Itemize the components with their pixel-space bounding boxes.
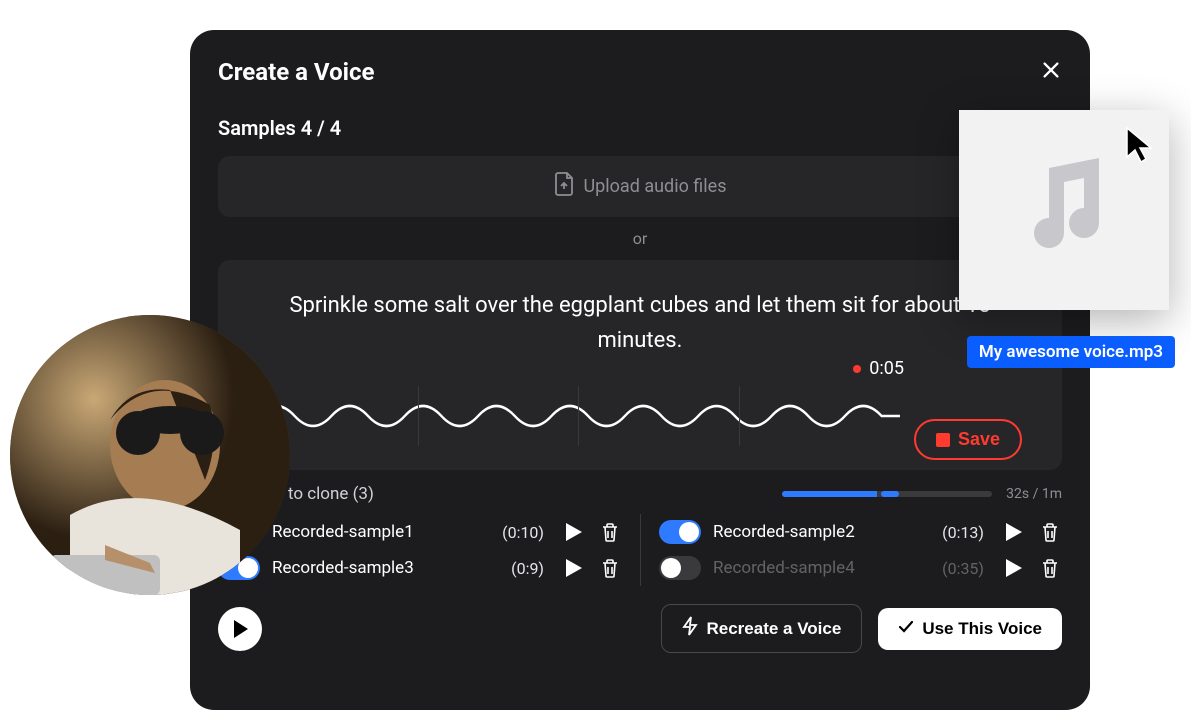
waveform: 0:05: [258, 386, 900, 446]
sample-name: Recorded-sample3: [272, 558, 499, 578]
modal-title: Create a Voice: [218, 58, 374, 86]
sample-duration: (0:13): [942, 523, 984, 542]
trash-icon[interactable]: [598, 556, 622, 580]
or-divider: or: [218, 229, 1062, 248]
recording-timer: 0:05: [853, 358, 904, 379]
modal-footer: Recreate a Voice Use This Voice: [218, 604, 1062, 653]
file-upload-icon: [554, 172, 574, 201]
recording-indicator-icon: [853, 365, 861, 373]
cursor-icon: [1124, 125, 1156, 169]
sample-duration: (0:35): [942, 559, 984, 578]
samples-counter: Samples 4 / 4: [218, 116, 1062, 140]
sample-item: Recorded-sample3 (0:9): [218, 550, 640, 586]
upload-label: Upload audio files: [584, 176, 727, 197]
sample-duration: (0:9): [511, 559, 544, 578]
clone-header: Samples to clone (3) 32s / 1m: [218, 484, 1062, 504]
duration-progress-bar: [782, 491, 992, 497]
duration-progress-text: 32s / 1m: [1006, 486, 1062, 502]
recreate-voice-button[interactable]: Recreate a Voice: [661, 604, 862, 653]
upload-audio-button[interactable]: Upload audio files: [218, 156, 1062, 217]
preview-play-button[interactable]: [218, 607, 262, 651]
create-voice-modal: Create a Voice Samples 4 / 4 Upload audi…: [190, 30, 1090, 710]
use-voice-button[interactable]: Use This Voice: [878, 608, 1062, 650]
modal-header: Create a Voice: [218, 58, 1062, 86]
sample-duration: (0:10): [502, 523, 544, 542]
sample-name: Recorded-sample2: [713, 522, 930, 542]
dragged-file-name: My awesome voice.mp3: [967, 336, 1175, 368]
check-icon: [898, 619, 914, 639]
play-icon[interactable]: [1002, 556, 1026, 580]
sample-name: Recorded-sample1: [272, 522, 490, 542]
save-recording-button[interactable]: Save: [914, 419, 1022, 460]
sample-enable-toggle[interactable]: [659, 520, 701, 544]
trash-icon[interactable]: [1038, 520, 1062, 544]
trash-icon[interactable]: [1038, 556, 1062, 580]
stop-icon: [936, 433, 950, 447]
play-icon[interactable]: [562, 520, 586, 544]
sample-enable-toggle[interactable]: [659, 556, 701, 580]
sample-name: Recorded-sample4: [713, 558, 930, 578]
close-icon[interactable]: [1040, 59, 1062, 85]
prompt-text: Sprinkle some salt over the eggplant cub…: [258, 288, 1022, 358]
user-avatar: [10, 315, 290, 595]
music-note-icon: [1019, 158, 1109, 262]
sample-item: Recorded-sample1 (0:10): [218, 514, 640, 550]
sample-item: Recorded-sample4 (0:35): [640, 550, 1062, 586]
reading-prompt-box: Sprinkle some salt over the eggplant cub…: [218, 260, 1062, 470]
trash-icon[interactable]: [598, 520, 622, 544]
samples-list: Recorded-sample1 (0:10) Recorded-sample2…: [218, 514, 1062, 586]
sample-item: Recorded-sample2 (0:13): [640, 514, 1062, 550]
lightning-icon: [682, 616, 698, 641]
play-icon[interactable]: [562, 556, 586, 580]
play-icon[interactable]: [1002, 520, 1026, 544]
